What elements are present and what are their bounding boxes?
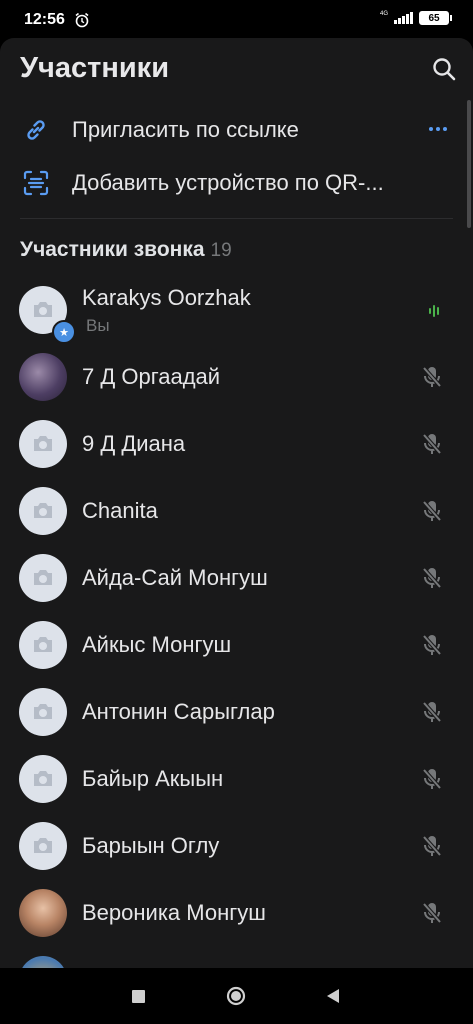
participant-row[interactable]: 7 Д Оргаадай (0, 343, 473, 410)
participant-row[interactable]: Байыр Акыын (0, 745, 473, 812)
invite-by-link-label: Пригласить по ссылке (72, 117, 299, 142)
link-icon (27, 120, 45, 140)
more-options-icon[interactable] (429, 127, 447, 131)
participant-self-label: Вы (86, 316, 110, 335)
section-title-label: Участники звонка (20, 238, 205, 261)
participant-name: Вероника Монгуш (82, 900, 266, 925)
avatar (19, 621, 67, 669)
speaking-indicator-icon (429, 305, 439, 317)
participant-name: Айда-Сай Монгуш (82, 565, 268, 590)
qr-scan-icon (23, 170, 49, 196)
participant-name: Антонин Сарыглар (82, 699, 275, 724)
avatar (19, 688, 67, 736)
participants-panel: Участники Пригласить по ссылке Добавить … (0, 38, 473, 968)
recents-icon[interactable] (132, 990, 145, 1003)
mic-off-icon[interactable] (421, 566, 443, 590)
add-device-qr-label: Добавить устройство по QR-... (72, 170, 384, 195)
participant-name: Karakys Oorzhak (82, 285, 251, 310)
battery-level: 65 (428, 12, 440, 24)
camera-icon (34, 637, 52, 652)
avatar (19, 822, 67, 870)
invite-by-link-row[interactable]: Пригласить по ссылке (0, 103, 473, 155)
participant-name: 7 Д Оргаадай (82, 364, 221, 389)
mic-off-icon[interactable] (421, 834, 443, 858)
add-device-qr-row[interactable]: Добавить устройство по QR-... (0, 156, 473, 208)
participant-row[interactable]: 9 Д Диана (0, 410, 473, 477)
mic-off-icon[interactable] (421, 901, 443, 925)
search-icon[interactable] (431, 56, 457, 82)
mic-off-icon[interactable] (421, 700, 443, 724)
section-title: Участники звонка 19 (20, 238, 232, 262)
divider (20, 218, 453, 219)
status-time: 12:56 (24, 11, 65, 28)
camera-icon (34, 436, 52, 451)
scrollbar[interactable] (467, 100, 471, 228)
participant-row[interactable]: ★ Karakys Oorzhak Вы (0, 276, 473, 344)
participant-name: Байыр Акыын (82, 766, 224, 791)
back-icon[interactable] (326, 988, 340, 1004)
mic-off-icon[interactable] (421, 499, 443, 523)
signal-icon (394, 12, 413, 24)
participant-row-partial[interactable] (0, 946, 473, 968)
avatar (19, 889, 67, 937)
participant-name: Chanita (82, 498, 158, 523)
participant-row[interactable]: Вероника Монгуш (0, 879, 473, 946)
camera-icon (34, 570, 52, 585)
avatar (19, 353, 67, 401)
avatar (19, 487, 67, 535)
mic-off-icon[interactable] (421, 767, 443, 791)
alarm-icon (75, 12, 89, 28)
camera-icon (34, 771, 52, 786)
camera-icon (34, 503, 52, 518)
participant-row[interactable]: Айда-Сай Монгуш (0, 544, 473, 611)
participant-row[interactable]: Chanita (0, 477, 473, 544)
participant-row[interactable]: Айкыс Монгуш (0, 611, 473, 678)
participant-row[interactable]: Антонин Сарыглар (0, 678, 473, 745)
camera-icon (34, 838, 52, 853)
battery-icon: 65 (419, 11, 452, 25)
camera-icon (34, 704, 52, 719)
participant-row[interactable]: Барыын Оглу (0, 812, 473, 879)
participant-name: 9 Д Диана (82, 431, 186, 456)
mic-off-icon[interactable] (421, 365, 443, 389)
page-title: Участники (20, 52, 170, 84)
mic-off-icon[interactable] (421, 432, 443, 456)
network-type: 4G (379, 11, 388, 17)
participant-name: Айкыс Монгуш (82, 632, 232, 657)
system-nav-bar (0, 968, 473, 1024)
avatar (19, 554, 67, 602)
participant-count: 19 (210, 240, 232, 261)
avatar (19, 420, 67, 468)
participant-name: Барыын Оглу (82, 833, 220, 858)
star-icon: ★ (52, 320, 76, 344)
avatar (19, 755, 67, 803)
avatar (19, 956, 67, 968)
mic-off-icon[interactable] (421, 633, 443, 657)
status-bar: 12:56 4G 65 (0, 0, 473, 38)
camera-icon (34, 302, 52, 317)
home-icon[interactable] (226, 986, 246, 1006)
